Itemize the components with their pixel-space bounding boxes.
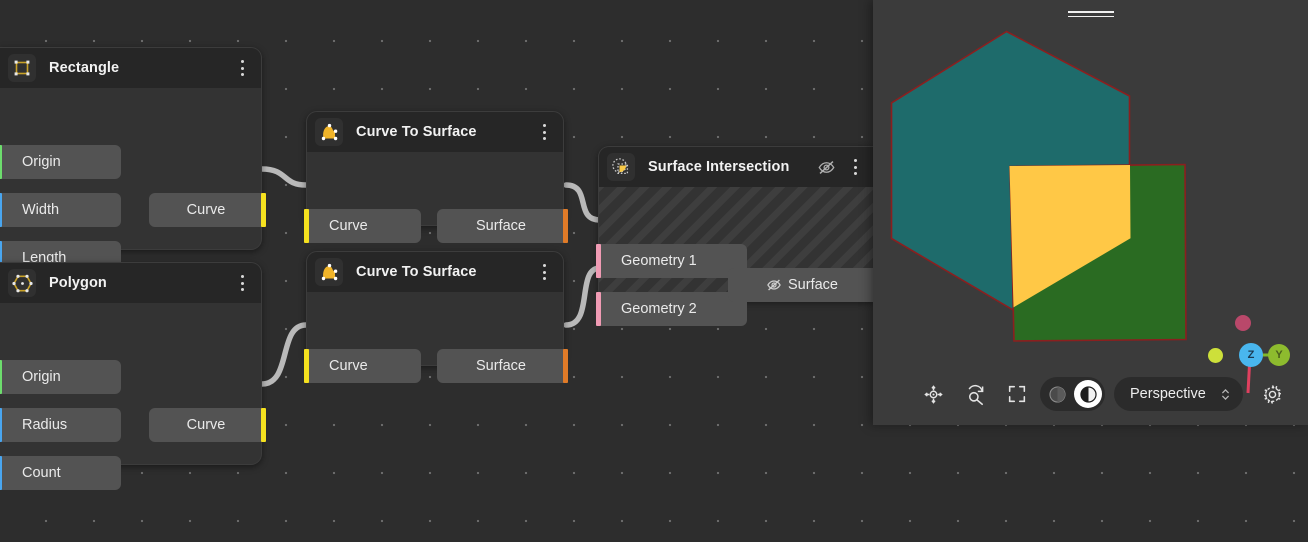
node-editor-window: Rectangle Origin Width Length Curve Poly… (0, 0, 1308, 542)
port-rectangle-curve-out[interactable]: Curve (149, 193, 266, 227)
port-color-bar (0, 408, 2, 442)
node-curve-to-surface-2-kebab-menu-icon[interactable] (535, 261, 553, 283)
node-visibility-eye-off-icon[interactable] (817, 158, 836, 177)
port-color-bar (0, 145, 2, 179)
port-cts2-curve-in[interactable]: Curve (304, 349, 421, 383)
port-polygon-count[interactable]: Count (0, 456, 121, 490)
port-cts1-curve-in[interactable]: Curve (304, 209, 421, 243)
polygon-shape-icon (8, 269, 36, 297)
node-polygon-title: Polygon (49, 275, 107, 291)
gizmo-ball-up[interactable] (1235, 315, 1251, 331)
node-curve-to-surface-1-kebab-menu-icon[interactable] (535, 121, 553, 143)
port-label: Curve (186, 417, 226, 433)
port-color-bar (0, 360, 2, 394)
port-label: Radius (22, 417, 68, 433)
wire-rectangle-to-curvetosurface1 (259, 166, 309, 188)
port-cts1-surface-out[interactable]: Surface (437, 209, 568, 243)
node-curve-to-surface-2-title: Curve To Surface (356, 264, 477, 280)
gizmo-label-z: Z (1247, 349, 1255, 361)
node-surface-intersection[interactable]: Surface Intersection Geometry 1 Geometry… (596, 146, 879, 326)
port-color-bar (304, 209, 309, 243)
wire-curvetosurface2-to-geometry2 (563, 265, 603, 328)
port-label: Surface (788, 277, 838, 293)
port-polygon-radius[interactable]: Radius (0, 408, 121, 442)
node-polygon-header[interactable]: Polygon (0, 263, 261, 303)
node-curve-to-surface-2-body: Curve Surface (304, 292, 568, 383)
node-rectangle-title: Rectangle (49, 60, 120, 76)
gear-icon[interactable] (1256, 377, 1290, 411)
node-polygon-kebab-menu-icon[interactable] (233, 272, 251, 294)
port-color-bar (0, 456, 2, 490)
node-rectangle[interactable]: Rectangle Origin Width Length Curve (0, 47, 266, 275)
shading-shaded-icon[interactable] (1074, 380, 1102, 408)
port-label: Origin (22, 154, 61, 170)
node-curve-to-surface-1-body: Curve Surface (304, 152, 568, 243)
port-label: Geometry 1 (621, 253, 697, 269)
node-surface-intersection-title: Surface Intersection (648, 159, 790, 175)
port-label: Origin (22, 369, 61, 385)
node-polygon[interactable]: Polygon Origin Radius Count Curve (0, 262, 266, 490)
node-curve-to-surface-1[interactable]: Curve To Surface Curve Surface (304, 111, 568, 243)
port-color-bar (596, 292, 601, 326)
port-polygon-origin[interactable]: Origin (0, 360, 121, 394)
port-label: Surface (476, 218, 526, 234)
viewport-toolbar: Perspective (916, 377, 1290, 411)
projection-dropdown[interactable]: Perspective (1114, 377, 1243, 411)
node-rectangle-header[interactable]: Rectangle (0, 48, 261, 88)
port-label: Curve (329, 358, 368, 374)
port-si-surface-out[interactable]: Surface (728, 268, 879, 302)
surface-intersection-icon (607, 153, 635, 181)
gizmo-ball-y[interactable]: Y (1268, 344, 1290, 366)
port-label: Geometry 2 (621, 301, 697, 317)
port-si-geometry-2[interactable]: Geometry 2 (596, 292, 747, 326)
port-label: Surface (476, 358, 526, 374)
port-cts2-surface-out[interactable]: Surface (437, 349, 568, 383)
port-color-bar (304, 349, 309, 383)
node-rectangle-kebab-menu-icon[interactable] (233, 57, 251, 79)
port-color-bar (261, 193, 266, 227)
curve-to-surface-icon (315, 258, 343, 286)
port-color-bar (261, 408, 266, 442)
pan-navigate-icon[interactable] (916, 377, 950, 411)
node-curve-to-surface-1-header[interactable]: Curve To Surface (307, 112, 563, 152)
node-surface-intersection-header[interactable]: Surface Intersection (599, 147, 874, 187)
port-label: Width (22, 202, 60, 218)
gizmo-ball-z[interactable]: Z (1239, 343, 1263, 367)
port-polygon-curve-out[interactable]: Curve (149, 408, 266, 442)
wire-polygon-to-curvetosurface2 (259, 322, 309, 387)
port-color-bar (596, 244, 601, 278)
node-curve-to-surface-1-title: Curve To Surface (356, 124, 477, 140)
port-visibility-eye-off-icon[interactable] (766, 277, 782, 293)
fit-to-screen-icon[interactable] (1000, 377, 1034, 411)
gizmo-ball-left[interactable] (1208, 348, 1223, 363)
shading-mode-toggle[interactable] (1040, 377, 1105, 411)
gizmo-label-y: Y (1275, 349, 1283, 361)
port-label: Count (22, 465, 61, 481)
node-curve-to-surface-2-header[interactable]: Curve To Surface (307, 252, 563, 292)
node-surface-intersection-kebab-menu-icon[interactable] (846, 156, 864, 178)
port-rectangle-width[interactable]: Width (0, 193, 121, 227)
port-color-bar (563, 349, 568, 383)
port-label: Curve (186, 202, 226, 218)
port-label: Curve (329, 218, 368, 234)
node-curve-to-surface-2[interactable]: Curve To Surface Curve Surface (304, 251, 568, 383)
curve-to-surface-icon (315, 118, 343, 146)
port-rectangle-origin[interactable]: Origin (0, 145, 121, 179)
rectangle-shape-icon (8, 54, 36, 82)
wire-curvetosurface1-to-geometry1 (563, 182, 603, 223)
projection-value: Perspective (1130, 386, 1206, 402)
port-si-geometry-1[interactable]: Geometry 1 (596, 244, 747, 278)
node-polygon-body: Origin Radius Count Curve (0, 303, 266, 490)
chevron-updown-icon (1220, 387, 1231, 402)
node-rectangle-body: Origin Width Length Curve (0, 88, 266, 275)
port-color-bar (0, 193, 2, 227)
shading-wireframe-icon[interactable] (1043, 380, 1071, 408)
3d-viewport[interactable]: Y Z Perspective (873, 0, 1308, 425)
port-color-bar (563, 209, 568, 243)
refresh-view-icon[interactable] (958, 377, 992, 411)
